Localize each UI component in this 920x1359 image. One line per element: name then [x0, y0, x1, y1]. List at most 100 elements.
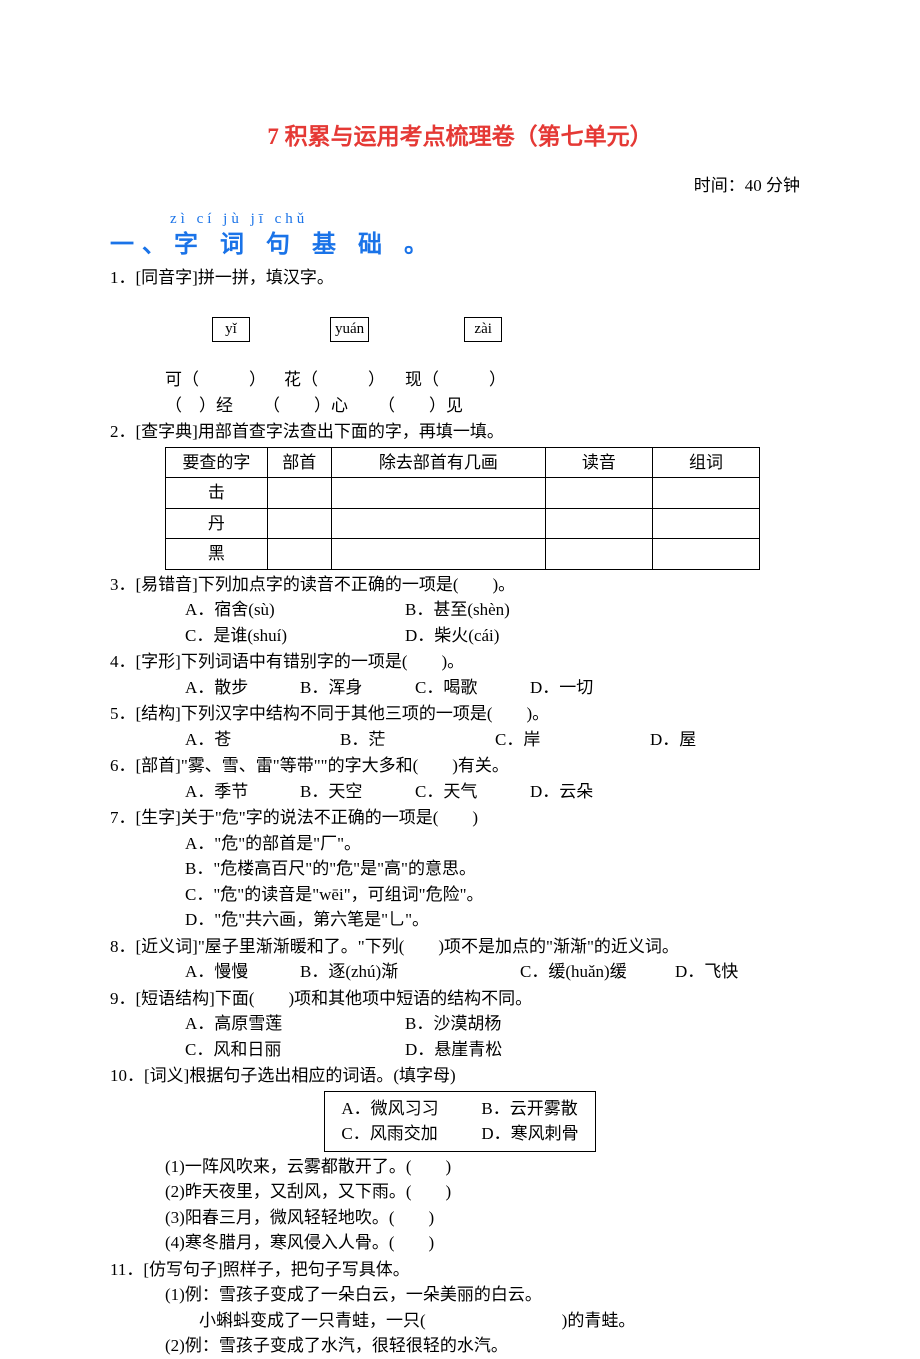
q7-stem: 7．[生字]关于"危"字的说法不正确的一项是( ) [110, 805, 810, 831]
q9-a: A．高原雪莲 [185, 1011, 405, 1037]
q6-d: D．云朵 [530, 779, 593, 805]
q1-p3: zài [464, 317, 502, 342]
q5-stem: 5．[结构]下列汉字中结构不同于其他三项的一项是( )。 [110, 701, 810, 727]
q5: 5．[结构]下列汉字中结构不同于其他三项的一项是( )。 A．苍B．茫C．岸D．… [110, 701, 810, 752]
q6-c: C．天气 [415, 779, 530, 805]
q10-s4: (4)寒冬腊月，寒风侵入人骨。( ) [110, 1230, 810, 1256]
q1-r1f: ） [489, 370, 506, 389]
q10-stem: 10．[词义]根据句子选出相应的词语。(填字母) [110, 1063, 810, 1089]
q3: 3．[易错音]下列加点字的读音不正确的一项是( )。 A．宿舍(sù)B．甚至(… [110, 572, 810, 649]
q1-r1c: 花（ [284, 370, 318, 389]
q5-b: B．茫 [340, 727, 495, 753]
q8-a: A．慢慢 [185, 959, 300, 985]
q8-d: D．飞快 [675, 959, 738, 985]
q5-opts: A．苍B．茫C．岸D．屋 [110, 727, 810, 753]
cell: 黑 [166, 539, 268, 570]
q9-stem: 9．[短语结构]下面( )项和其他项中短语的结构不同。 [110, 986, 810, 1012]
section1-header: 一、字 词 句 基 础 。 [110, 227, 810, 263]
q1-r1a: 可（ [165, 370, 199, 389]
q5-a: A．苍 [185, 727, 340, 753]
q8-opts: A．慢慢B．逐(zhú)渐C．缓(huǎn)缓D．飞快 [110, 959, 810, 985]
th-1: 要查的字 [166, 447, 268, 478]
q3-c: C．是谁(shuí) [185, 623, 405, 649]
q1-r1d: ） [368, 370, 385, 389]
q10-box: A．微风习习B．云开雾散 C．风雨交加D．寒风刺骨 [324, 1091, 595, 1152]
table-row: 丹 [166, 508, 760, 539]
q4-opts: A．散步B．浑身C．喝歌D．一切 [110, 675, 810, 701]
q9-c: C．风和日丽 [185, 1037, 405, 1063]
q4-a: A．散步 [185, 675, 300, 701]
q7-c: C．"危"的读音是"wēi"，可组词"危险"。 [110, 882, 810, 908]
q6: 6．[部首]"雾、雪、雷"等带""的字大多和( )有关。 A．季节B．天空C．天… [110, 753, 810, 804]
q9-opts-2: C．风和日丽D．悬崖青松 [110, 1037, 810, 1063]
q9-d: D．悬崖青松 [405, 1037, 502, 1063]
q4-stem: 4．[字形]下列词语中有错别字的一项是( )。 [110, 649, 810, 675]
q1-r2c: （ ）见 [378, 396, 463, 415]
q9: 9．[短语结构]下面( )项和其他项中短语的结构不同。 A．高原雪莲B．沙漠胡杨… [110, 986, 810, 1063]
q3-d: D．柴火(cái) [405, 623, 499, 649]
q11-s1b: 小蝌蚪变成了一只青蛙，一只( )的青蛙。 [110, 1308, 810, 1334]
q1: 1．[同音字]拼一拼，填汉字。 yǐ yuán zài 可（ ） 花（ ） 现（ ） （ ）经… [110, 265, 810, 419]
th-3: 除去部首有几画 [331, 447, 545, 478]
q6-stem: 6．[部首]"雾、雪、雷"等带""的字大多和( )有关。 [110, 753, 810, 779]
q10-box-b: B．云开雾散 [481, 1096, 577, 1122]
q11-s2: (2)例：雪孩子变成了水汽，很轻很轻的水汽。 [110, 1333, 810, 1359]
th-4: 读音 [545, 447, 652, 478]
q10-s2: (2)昨天夜里，又刮风，又下雨。( ) [110, 1179, 810, 1205]
table-header-row: 要查的字 部首 除去部首有几画 读音 组词 [166, 447, 760, 478]
q7-a: A．"危"的部首是"厂"。 [110, 831, 810, 857]
q3-opts-2: C．是谁(shuí)D．柴火(cái) [110, 623, 810, 649]
cell: 击 [166, 478, 268, 509]
q7-d: D．"危"共六画，第六笔是"乚"。 [110, 907, 810, 933]
q4: 4．[字形]下列词语中有错别字的一项是( )。 A．散步B．浑身C．喝歌D．一切 [110, 649, 810, 700]
q11: 11．[仿写句子]照样子，把句子写具体。 (1)例：雪孩子变成了一朵白云，一朵美… [110, 1257, 810, 1359]
q9-b: B．沙漠胡杨 [405, 1011, 501, 1037]
q1-r2b: （ ）心 [263, 396, 348, 415]
q5-d: D．屋 [650, 727, 696, 753]
time-info: 时间：40 分钟 [110, 173, 800, 199]
q1-pinyin-row: yǐ yuán zài [110, 290, 810, 367]
q2-stem: 2．[查字典]用部首查字法查出下面的字，再填一填。 [110, 419, 810, 445]
th-5: 组词 [652, 447, 759, 478]
q3-stem: 3．[易错音]下列加点字的读音不正确的一项是( )。 [110, 572, 810, 598]
q1-row1: 可（ ） 花（ ） 现（ ） [110, 367, 810, 393]
q8-b: B．逐(zhú)渐 [300, 959, 520, 985]
q4-c: C．喝歌 [415, 675, 530, 701]
th-2: 部首 [267, 447, 331, 478]
q1-r1e: 现（ [405, 370, 439, 389]
q6-opts: A．季节B．天空C．天气D．云朵 [110, 779, 810, 805]
q5-c: C．岸 [495, 727, 650, 753]
q10-box-d: D．寒风刺骨 [481, 1121, 578, 1147]
q2-table: 要查的字 部首 除去部首有几画 读音 组词 击 丹 黑 [165, 447, 760, 570]
q3-opts-1: A．宿舍(sù)B．甚至(shèn) [110, 597, 810, 623]
q10: 10．[词义]根据句子选出相应的词语。(填字母) A．微风习习B．云开雾散 C．… [110, 1063, 810, 1256]
q1-stem: 1．[同音字]拼一拼，填汉字。 [110, 265, 810, 291]
q8-stem: 8．[近义词]"屋子里渐渐暖和了。"下列( )项不是加点的"渐渐"的近义词。 [110, 934, 810, 960]
table-row: 黑 [166, 539, 760, 570]
q10-box-a: A．微风习习 [341, 1096, 481, 1122]
q1-p2: yuán [330, 317, 369, 342]
q6-a: A．季节 [185, 779, 300, 805]
q1-r1b: ） [249, 370, 266, 389]
q1-row2: （ ）经 （ ）心 （ ）见 [110, 393, 810, 419]
cell: 丹 [166, 508, 268, 539]
q8: 8．[近义词]"屋子里渐渐暖和了。"下列( )项不是加点的"渐渐"的近义词。 A… [110, 934, 810, 985]
q11-stem: 11．[仿写句子]照样子，把句子写具体。 [110, 1257, 810, 1283]
q9-opts-1: A．高原雪莲B．沙漠胡杨 [110, 1011, 810, 1037]
table-row: 击 [166, 478, 760, 509]
q10-s3: (3)阳春三月，微风轻轻地吹。( ) [110, 1205, 810, 1231]
q6-b: B．天空 [300, 779, 415, 805]
q2: 2．[查字典]用部首查字法查出下面的字，再填一填。 要查的字 部首 除去部首有几… [110, 419, 810, 570]
q7: 7．[生字]关于"危"字的说法不正确的一项是( ) A．"危"的部首是"厂"。 … [110, 805, 810, 933]
q4-d: D．一切 [530, 675, 593, 701]
q1-r2a: （ ）经 [165, 396, 233, 415]
q3-b: B．甚至(shèn) [405, 597, 510, 623]
q7-b: B．"危楼高百尺"的"危"是"高"的意思。 [110, 856, 810, 882]
q11-s1a: (1)例：雪孩子变成了一朵白云，一朵美丽的白云。 [110, 1282, 810, 1308]
q1-p1: yǐ [212, 317, 250, 342]
q4-b: B．浑身 [300, 675, 415, 701]
q10-box-c: C．风雨交加 [341, 1121, 481, 1147]
page-title: 7 积累与运用考点梳理卷（第七单元） [110, 120, 810, 155]
q3-a: A．宿舍(sù) [185, 597, 405, 623]
q8-c: C．缓(huǎn)缓 [520, 959, 675, 985]
